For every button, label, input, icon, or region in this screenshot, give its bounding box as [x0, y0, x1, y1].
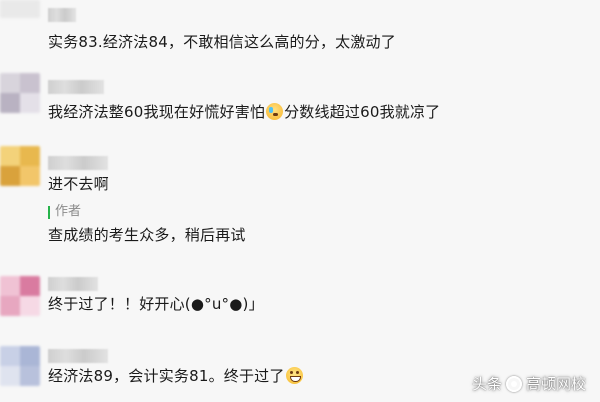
avatar[interactable]: [0, 0, 40, 18]
grinning-face-icon: [285, 367, 303, 384]
comment-item: 终于过了！！好开心(●°u°●)」: [0, 270, 600, 326]
avatar[interactable]: [0, 146, 40, 186]
comment-text: 实务83.经济法84，不敢相信这么高的分，太激动了: [48, 33, 396, 51]
comment-text-part: 我经济法整60我现在好慌好害怕: [48, 103, 266, 121]
username-blurred[interactable]: [48, 80, 104, 94]
watermark-account: 高顿网校: [525, 375, 586, 393]
username-blurred[interactable]: [48, 156, 108, 170]
watermark-source: 头条: [471, 375, 502, 393]
watermark: 头条 高顿网校: [472, 373, 586, 394]
author-label: 作者: [55, 204, 82, 219]
author-reply-marker: [48, 206, 50, 219]
comment-text-part: 经济法89，会计实务81。终于过了: [48, 367, 285, 385]
comment-text: 终于过了！！好开心(●°u°●)」: [48, 295, 264, 313]
avatar[interactable]: [0, 73, 40, 113]
comment-item: 进不去啊 作者 查成绩的考生众多，稍后再试: [0, 144, 600, 254]
avatar[interactable]: [0, 346, 40, 386]
username-blurred[interactable]: [48, 8, 76, 22]
comment-text-part: 分数线超过60我就凉了: [284, 103, 441, 121]
watermark-logo-icon: [505, 375, 522, 392]
reply-text: 查成绩的考生众多，稍后再试: [48, 226, 246, 244]
avatar[interactable]: [0, 276, 40, 316]
username-blurred[interactable]: [48, 277, 98, 291]
comment-text: 我经济法整60我现在好慌好害怕 分数线超过60我就凉了: [48, 102, 440, 122]
comment-text: 经济法89，会计实务81。终于过了: [48, 366, 304, 386]
scared-face-icon: [266, 103, 284, 120]
comment-text: 进不去啊: [48, 175, 109, 193]
comment-item: 我经济法整60我现在好慌好害怕 分数线超过60我就凉了: [0, 70, 600, 130]
comment-item: 实务83.经济法84，不敢相信这么高的分，太激动了: [0, 0, 600, 60]
username-blurred[interactable]: [48, 349, 108, 363]
